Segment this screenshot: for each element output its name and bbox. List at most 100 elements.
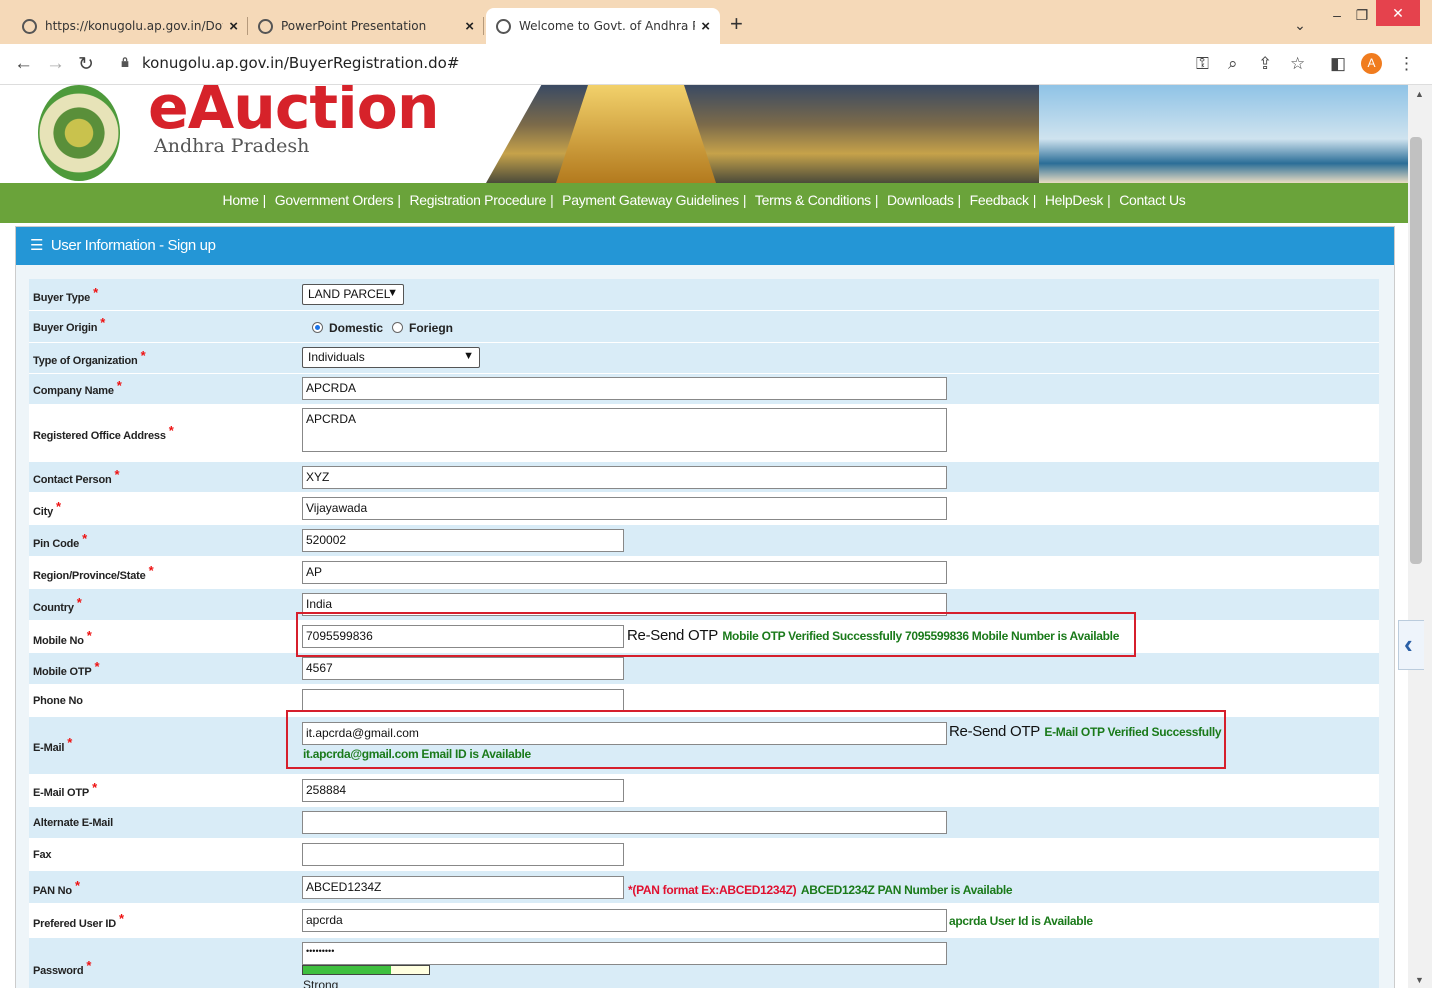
row-password: Password * ••••••••• Strong [29, 938, 1379, 988]
pan-status-group: *(PAN format Ex:ABCED1234Z) ABCED1234Z P… [628, 881, 1013, 899]
main-nav-bar: Home | Government Orders | Registration Pr… [0, 183, 1408, 223]
city-input[interactable]: Vijayawada [302, 497, 947, 520]
row-email-otp: E-Mail OTP * 258884 [29, 775, 1379, 807]
radio-foreign[interactable]: Foriegn [392, 321, 453, 335]
chevron-left-icon: ‹ [1404, 629, 1413, 659]
row-contact-person: Contact Person * XYZ [29, 462, 1379, 493]
scrollbar-thumb[interactable] [1410, 137, 1422, 564]
label-password: Password * [33, 958, 92, 977]
minimize-icon[interactable]: – [1325, 0, 1349, 30]
chevron-down-icon: ▼ [463, 350, 474, 362]
email-otp-input[interactable]: 258884 [302, 779, 624, 802]
radio-selected-icon[interactable] [312, 322, 323, 333]
tab-title: PowerPoint Presentation [281, 19, 427, 33]
side-panel-toggle[interactable]: ‹ [1398, 620, 1424, 670]
password-strength-fill [303, 966, 392, 974]
nav-payment-gateway-guidelines[interactable]: Payment Gateway Guidelines [562, 192, 739, 208]
password-strength-label: Strong [303, 978, 339, 988]
restore-icon[interactable]: ❐ [1350, 0, 1374, 30]
zoom-icon[interactable]: ⌕ [1228, 54, 1238, 74]
menu-kebab-icon[interactable]: ⋮ [1398, 54, 1415, 74]
nav-helpdesk[interactable]: HelpDesk [1045, 192, 1104, 208]
label-city: City * [33, 499, 61, 518]
tab-title: https://konugolu.ap.gov.in/Down [45, 19, 224, 33]
close-tab-icon[interactable]: × [465, 18, 474, 35]
scroll-up-arrow-icon[interactable]: ▲ [1415, 89, 1424, 99]
pan-input[interactable]: ABCED1234Z [302, 876, 624, 899]
close-tab-icon[interactable]: × [701, 18, 710, 35]
tab-search-chevron-icon[interactable]: ⌄ [1288, 10, 1312, 40]
new-tab-plus-icon[interactable]: + [730, 11, 743, 37]
ap-emblem-logo [38, 85, 120, 181]
user-id-input[interactable]: apcrda [302, 909, 947, 932]
nav-downloads[interactable]: Downloads [887, 192, 954, 208]
buyer-type-select[interactable]: LAND PARCEL ▼ [302, 284, 404, 305]
globe-icon [258, 18, 273, 34]
nav-registration-procedure[interactable]: Registration Procedure [409, 192, 546, 208]
label-alt-email: Alternate E-Mail [33, 817, 113, 829]
nav-feedback[interactable]: Feedback [970, 192, 1029, 208]
pan-available-message: ABCED1234Z PAN Number is Available [800, 883, 1013, 897]
globe-icon [496, 18, 511, 34]
nav-home[interactable]: Home [223, 192, 259, 208]
panel-title: User Information - Sign up [50, 237, 216, 254]
label-mobile-otp: Mobile OTP * [33, 659, 100, 678]
label-buyer-type: Buyer Type * [33, 285, 98, 304]
pin-code-input[interactable]: 520002 [302, 529, 624, 552]
lock-icon[interactable] [120, 57, 130, 67]
radio-domestic[interactable]: Domestic [312, 321, 383, 335]
temple-image [556, 85, 716, 183]
site-logo-subtitle: Andhra Pradesh [154, 135, 310, 157]
label-email-otp: E-Mail OTP * [33, 780, 97, 799]
nav-government-orders[interactable]: Government Orders [275, 192, 394, 208]
fax-input[interactable] [302, 843, 624, 866]
nav-terms-conditions[interactable]: Terms & Conditions [755, 192, 871, 208]
password-input[interactable]: ••••••••• [302, 942, 947, 965]
row-pan: PAN No * ABCED1234Z *(PAN format Ex:ABCED… [29, 871, 1379, 904]
phone-input[interactable] [302, 689, 624, 712]
mobile-highlight-box [296, 612, 1136, 657]
address-bar-row: ← → ↻ konugolu.ap.gov.in/BuyerRegistrati… [0, 44, 1432, 85]
contact-person-input[interactable]: XYZ [302, 466, 947, 489]
nav-contact-us[interactable]: Contact Us [1119, 192, 1186, 208]
bookmark-star-icon[interactable]: ☆ [1290, 54, 1305, 74]
password-strength-meter [302, 965, 430, 975]
tab-welcome-govt-ap[interactable]: Welcome to Govt. of Andhra Pra × [486, 8, 720, 44]
label-company-name: Company Name * [33, 378, 122, 397]
globe-icon [22, 18, 37, 34]
region-input[interactable]: AP [302, 561, 947, 584]
browser-tab-strip: https://konugolu.ap.gov.in/Down × PowerP… [0, 0, 1432, 44]
row-alt-email: Alternate E-Mail [29, 807, 1379, 839]
office-address-textarea[interactable]: APCRDA [302, 408, 947, 452]
label-phone: Phone No [33, 695, 83, 707]
scroll-down-arrow-icon[interactable]: ▼ [1415, 975, 1424, 985]
close-window-icon[interactable]: ✕ [1376, 0, 1420, 26]
panel-header: ☰ User Information - Sign up [16, 227, 1394, 265]
tab-konugolu-downloads[interactable]: https://konugolu.ap.gov.in/Down × [12, 8, 248, 44]
chevron-down-icon: ▼ [387, 287, 398, 299]
alt-email-input[interactable] [302, 811, 947, 834]
label-country: Country * [33, 595, 82, 614]
row-region: Region/Province/State * AP [29, 557, 1379, 589]
label-org-type: Type of Organization * [33, 348, 146, 367]
mobile-otp-input[interactable]: 4567 [302, 657, 624, 680]
company-name-input[interactable]: APCRDA [302, 377, 947, 400]
close-tab-icon[interactable]: × [229, 18, 238, 35]
hamburger-icon: ☰ [30, 237, 44, 254]
key-icon[interactable]: ⚿ [1196, 54, 1209, 74]
forward-arrow-icon[interactable]: → [46, 53, 65, 75]
row-user-id: Prefered User ID * apcrda apcrda User Id … [29, 904, 1379, 938]
org-type-select[interactable]: Individuals ▼ [302, 347, 480, 368]
label-fax: Fax [33, 849, 52, 861]
label-contact-person: Contact Person * [33, 467, 120, 486]
share-icon[interactable]: ⇪ [1258, 54, 1272, 74]
url-text[interactable]: konugolu.ap.gov.in/BuyerRegistration.do# [142, 54, 459, 72]
back-arrow-icon[interactable]: ← [14, 53, 33, 75]
row-org-type: Type of Organization * Individuals ▼ [29, 343, 1379, 374]
side-panel-icon[interactable]: ◧ [1330, 54, 1346, 74]
reload-icon[interactable]: ↻ [78, 53, 94, 76]
profile-avatar[interactable]: A [1361, 53, 1382, 74]
radio-unselected-icon[interactable] [392, 322, 403, 333]
tab-powerpoint[interactable]: PowerPoint Presentation × [248, 8, 484, 44]
row-city: City * Vijayawada [29, 493, 1379, 525]
